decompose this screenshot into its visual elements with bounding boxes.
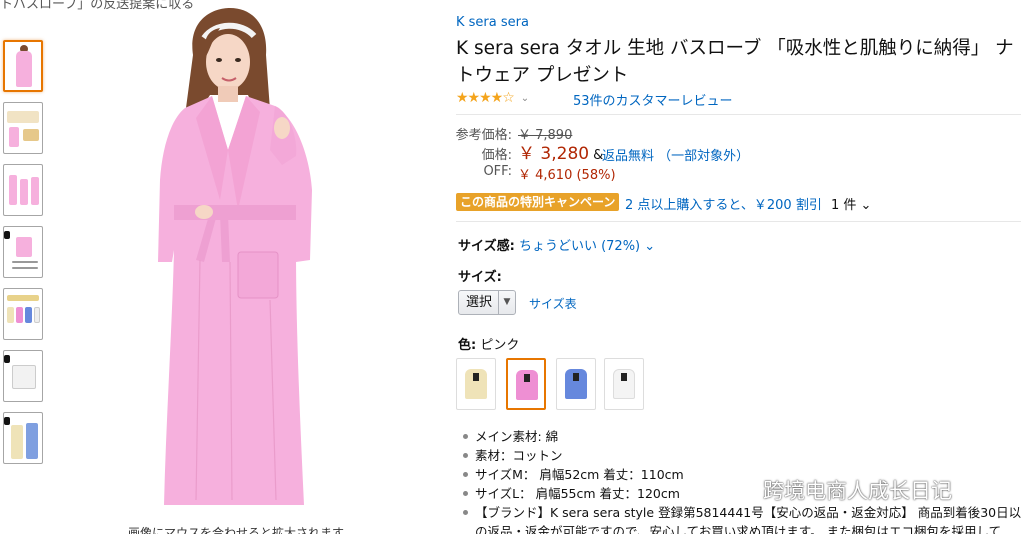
special-campaign-badge: この商品の特別キャンペーン — [456, 193, 620, 211]
free-returns-link[interactable]: 返品無料 （一部対象外） — [602, 145, 749, 164]
image-zoom-caption: 画像にマウスを合わせると拡大されます — [128, 526, 345, 534]
customer-reviews-link[interactable]: 53件のカスタマーレビュー — [573, 90, 733, 109]
thumbnail-pink-model[interactable] — [3, 40, 43, 92]
savings-value: ￥ 4,610 (58%) — [518, 168, 616, 183]
thumbnail-size-chart[interactable] — [3, 226, 43, 278]
list-item: 素材：コットン — [462, 446, 1021, 465]
divider — [456, 221, 1021, 222]
promotion-link[interactable]: 2 点以上購入すると、￥200 割引 — [625, 194, 822, 213]
thumbnail-three-models[interactable] — [3, 164, 43, 216]
promotion-count-dropdown[interactable]: 1 件 ⌄ — [831, 194, 871, 213]
product-title: K sera sera タオル 生地 バスローブ 「吸水性と肌触りに納得」 ナト… — [456, 38, 1014, 86]
price-label: 価格: — [481, 148, 512, 163]
color-swatch-beige[interactable] — [456, 358, 496, 410]
watermark-text: 跨境电商人成长日记 — [763, 479, 952, 503]
thumbnail-color-variants[interactable] — [3, 288, 43, 340]
size-label: サイズ: — [458, 270, 502, 285]
wechat-icon — [725, 479, 754, 501]
list-price-label: 参考価格: — [455, 128, 512, 143]
thumbnail-detail[interactable] — [3, 350, 43, 402]
main-product-image[interactable] — [100, 0, 400, 520]
color-swatch-white[interactable] — [604, 358, 644, 410]
chevron-down-icon[interactable]: ⌄ — [521, 93, 529, 104]
rating-widget[interactable]: ★★★★☆ ⌄ — [456, 90, 529, 106]
divider — [456, 114, 1021, 115]
list-item: 【ブランド】K sera sera style 登録第5814441号【安心の返… — [462, 503, 1021, 522]
color-swatch-pink[interactable] — [506, 358, 546, 410]
size-fit-dropdown[interactable]: ちょうどいい (72%) ⌄ — [519, 239, 655, 254]
color-row: 色: ピンク — [458, 334, 519, 353]
color-swatch-blue[interactable] — [556, 358, 596, 410]
size-fit-row: サイズ感: ちょうどいい (72%) ⌄ — [458, 235, 655, 254]
watermark: 跨境电商人成长日记 — [725, 475, 952, 505]
size-chart-link[interactable]: サイズ表 — [529, 295, 577, 312]
list-item: メイン素材: 綿 — [462, 427, 1021, 446]
thumbnail-banner[interactable] — [3, 102, 43, 154]
thumbnail-couple[interactable] — [3, 412, 43, 464]
chevron-down-icon: ▼ — [498, 291, 515, 314]
size-select[interactable]: 選択 ▼ — [458, 290, 516, 315]
brand-link[interactable]: K sera sera — [456, 15, 529, 30]
color-label: 色: — [458, 338, 477, 353]
price-value: ￥ 3,280 & — [518, 144, 604, 164]
size-select-value: 選択 — [466, 295, 493, 310]
savings-label: OFF: — [483, 164, 512, 179]
list-item-continuation: の返品・返金が可能ですので、安心してお買い求め頂けます。 また梱包はエコ梱包を採… — [475, 524, 1002, 534]
selected-color-name: ピンク — [480, 338, 520, 353]
star-rating-icon[interactable]: ★★★★☆ — [456, 90, 515, 106]
size-fit-label: サイズ感: — [458, 239, 515, 254]
